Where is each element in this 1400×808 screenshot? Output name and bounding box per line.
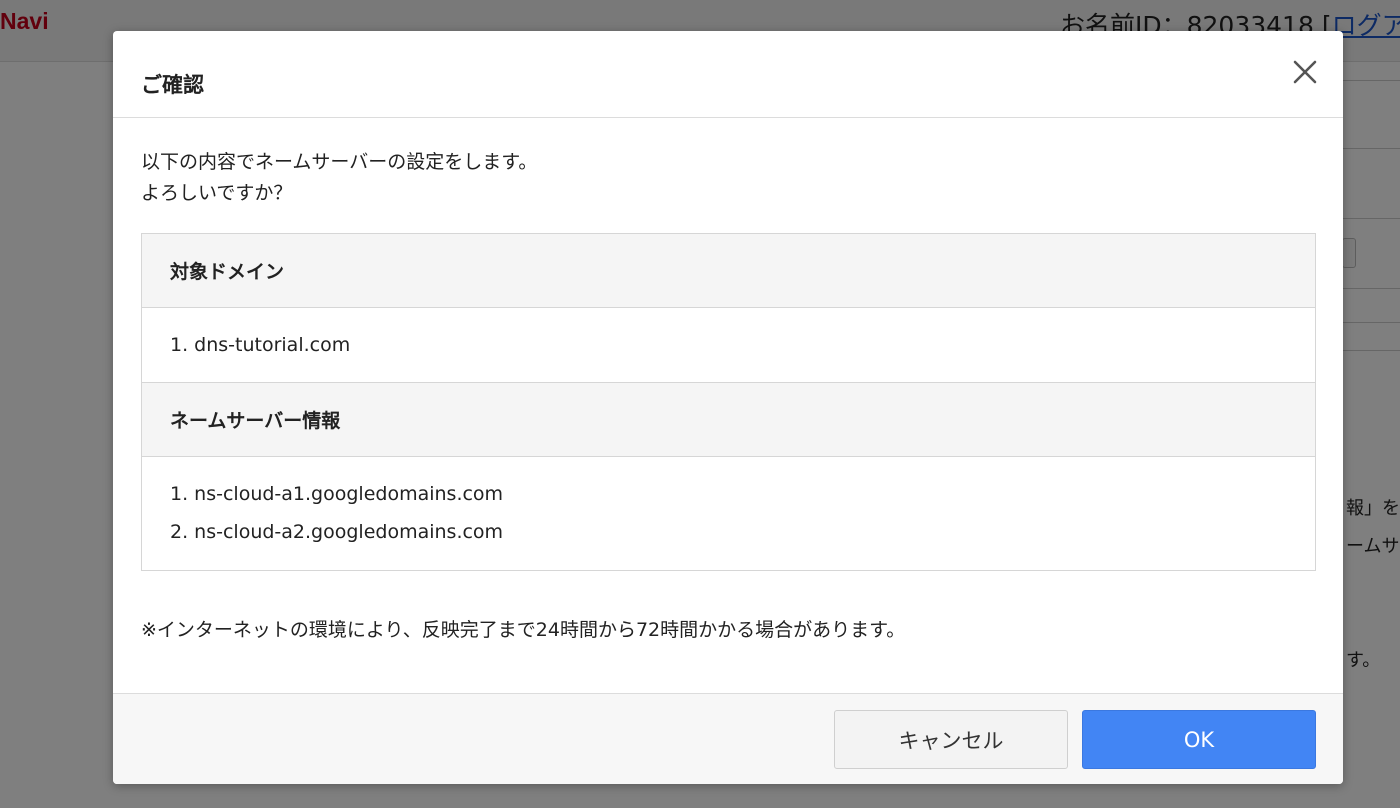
propagation-note: ※インターネットの環境により、反映完了まで24時間から72時間かかる場合がありま… xyxy=(141,619,906,641)
confirm-table: 対象ドメイン 1. dns-tutorial.com ネームサーバー情報 1. … xyxy=(141,233,1316,571)
close-icon xyxy=(1293,60,1317,84)
list-item: 1. ns-cloud-a1.googledomains.com xyxy=(170,483,504,505)
domain-list: 1. dns-tutorial.com xyxy=(142,308,1315,383)
dialog-footer: キャンセル OK xyxy=(113,693,1343,784)
nameserver-list: 1. ns-cloud-a1.googledomains.com 2. ns-c… xyxy=(142,457,1315,570)
ok-button[interactable]: OK xyxy=(1082,710,1316,769)
confirm-message: 以下の内容でネームサーバーの設定をします。 よろしいですか？ xyxy=(141,147,537,209)
nameserver-header: ネームサーバー情報 xyxy=(142,383,1315,457)
domain-header: 対象ドメイン xyxy=(142,234,1315,308)
close-button[interactable] xyxy=(1288,55,1322,89)
message-line: 以下の内容でネームサーバーの設定をします。 xyxy=(141,151,538,173)
list-item: 1. dns-tutorial.com xyxy=(170,334,351,356)
cancel-button[interactable]: キャンセル xyxy=(834,710,1068,769)
dialog-title: ご確認 xyxy=(141,73,204,97)
message-line: よろしいですか？ xyxy=(141,182,293,204)
list-item: 2. ns-cloud-a2.googledomains.com xyxy=(170,521,504,543)
dialog-header: ご確認 xyxy=(113,31,1343,118)
confirm-dialog: ご確認 以下の内容でネームサーバーの設定をします。 よろしいですか？ 対象ドメイ… xyxy=(113,31,1343,784)
